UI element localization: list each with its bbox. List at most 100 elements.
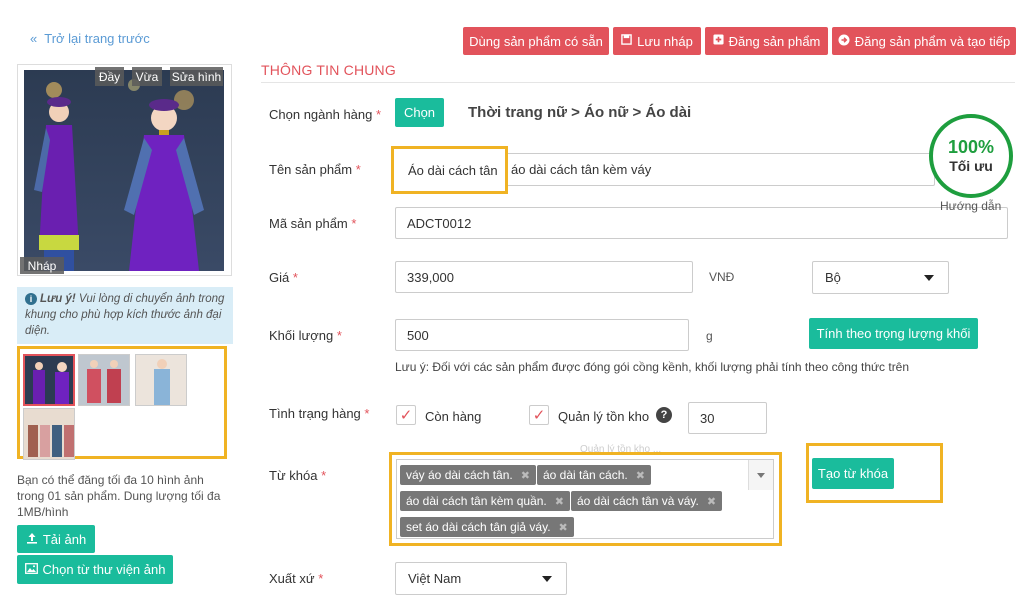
remove-icon[interactable]: ✖ xyxy=(555,495,564,508)
double-chevron-left-icon: « xyxy=(30,31,38,46)
plus-square-icon xyxy=(713,34,724,48)
keyword-tag-label: áo dài cách tân kèm quần. xyxy=(406,494,547,508)
upload-image-button[interactable]: Tải ảnh xyxy=(17,525,95,553)
remove-icon[interactable]: ✖ xyxy=(559,521,568,534)
price-label: Giá * xyxy=(269,270,298,285)
keyword-tag[interactable]: váy áo dài cách tân. ✖ xyxy=(400,465,536,485)
price-value: 339,000 xyxy=(407,269,454,285)
main-product-image[interactable] xyxy=(24,70,224,271)
back-link-label: Trở lại trang trước xyxy=(44,31,150,46)
calculate-weight-label: Tính theo trọng lượng khối xyxy=(816,326,971,341)
image-limit-text: Bạn có thể đăng tối đa 10 hình ảnh trong… xyxy=(17,473,221,519)
price-input[interactable]: 339,000 xyxy=(395,261,693,293)
back-link[interactable]: « Trở lại trang trước xyxy=(30,31,150,46)
fill-button[interactable]: Đầy xyxy=(95,67,124,86)
fill-label: Đầy xyxy=(98,69,121,84)
product-name-label: Tên sản phẩm * xyxy=(269,162,361,177)
save-draft-label: Lưu nháp xyxy=(637,33,693,49)
remove-icon[interactable]: ✖ xyxy=(521,469,530,482)
weight-input[interactable]: 500 xyxy=(395,319,689,351)
choose-category-label: Chọn xyxy=(403,105,436,120)
score-label: Tối ưu xyxy=(949,158,993,174)
stock-label-text: Tình trạng hàng xyxy=(269,406,361,421)
check-icon: ✓ xyxy=(532,407,546,424)
choose-category-button[interactable]: Chọn xyxy=(395,98,444,127)
weight-label-text: Khối lượng xyxy=(269,328,334,343)
question-icon[interactable]: ? xyxy=(656,407,672,423)
category-label: Chọn ngành hàng * xyxy=(269,107,382,122)
keyword-tag[interactable]: set áo dài cách tân giả váy. ✖ xyxy=(400,517,574,537)
product-name-highlight: Áo dài cách tân xyxy=(391,146,508,194)
use-existing-product-button[interactable]: Dùng sản phẩm có sẵn xyxy=(463,27,609,55)
remove-icon[interactable]: ✖ xyxy=(707,495,716,508)
weight-note: Lưu ý: Đối với các sản phẩm được đóng gó… xyxy=(395,360,910,374)
save-draft-button[interactable]: Lưu nháp xyxy=(613,27,701,55)
note-title: Lưu ý! xyxy=(40,293,76,305)
price-unit-select[interactable]: Bộ xyxy=(812,261,949,294)
thumbnail-2[interactable] xyxy=(78,354,130,406)
score-percent: 100% xyxy=(947,137,995,157)
caret-down-icon xyxy=(542,575,552,582)
weight-unit: g xyxy=(706,329,713,343)
stock-label: Tình trạng hàng * xyxy=(269,406,370,421)
keyword-tag-label: áo dài cách tân và váy. xyxy=(577,494,699,508)
stock-quantity-input[interactable]: 30 xyxy=(688,402,767,434)
stock-quantity-value: 30 xyxy=(700,410,715,426)
weight-label: Khối lượng * xyxy=(269,328,342,343)
keyword-label: Từ khóa * xyxy=(269,468,327,483)
publish-and-new-button[interactable]: Đăng sản phẩm và tạo tiếp xyxy=(832,27,1016,55)
image-icon xyxy=(24,562,38,577)
choose-from-library-button[interactable]: Chọn từ thư viện ảnh xyxy=(17,555,173,584)
keyword-tag[interactable]: áo dài tân cách. ✖ xyxy=(537,465,651,485)
keyword-tag-label: áo dài tân cách. xyxy=(543,468,628,482)
publish-and-new-label: Đăng sản phẩm và tạo tiếp xyxy=(854,33,1011,49)
sku-input[interactable]: ADCT0012 xyxy=(395,207,1008,239)
info-icon: i xyxy=(25,293,37,305)
keyword-tag[interactable]: áo dài cách tân và váy. ✖ xyxy=(571,491,723,511)
weight-value: 500 xyxy=(407,327,429,343)
manage-stock-checkbox[interactable]: ✓ xyxy=(529,405,549,425)
remove-icon[interactable]: ✖ xyxy=(636,469,645,482)
edit-image-button[interactable]: Sửa hình xyxy=(170,67,223,86)
fit-label: Vừa xyxy=(135,69,159,84)
keyword-tag-label: váy áo dài cách tân. xyxy=(406,468,513,482)
check-icon: ✓ xyxy=(399,407,413,424)
image-note: i Lưu ý! Vui lòng di chuyển ảnh trong khu… xyxy=(17,287,233,344)
section-divider xyxy=(261,82,1015,83)
sku-label-text: Mã sản phẩm xyxy=(269,216,348,231)
sku-value: ADCT0012 xyxy=(407,215,472,231)
keyword-dropdown-toggle[interactable] xyxy=(748,460,773,490)
optimization-score: 100% Tối ưu xyxy=(929,114,1013,198)
thumbnail-3[interactable] xyxy=(135,354,187,406)
arrow-circle-right-icon xyxy=(838,34,850,49)
manage-stock-label: Quản lý tồn kho xyxy=(558,409,650,424)
calculate-volumetric-weight-button[interactable]: Tính theo trọng lượng khối xyxy=(809,318,978,349)
create-keyword-button[interactable]: Tạo từ khóa xyxy=(812,458,894,489)
category-label-text: Chọn ngành hàng xyxy=(269,107,373,122)
section-title: THÔNG TIN CHUNG xyxy=(261,62,396,78)
product-name-value: Áo dài cách tân xyxy=(408,162,498,178)
origin-select[interactable]: Việt Nam xyxy=(395,562,567,595)
use-existing-label: Dùng sản phẩm có sẵn xyxy=(469,33,603,49)
publish-button[interactable]: Đăng sản phẩm xyxy=(705,27,828,55)
guide-link[interactable]: Hướng dẫn xyxy=(940,199,1001,213)
price-unit-value: Bộ xyxy=(825,270,841,285)
thumbnail-1[interactable] xyxy=(23,354,75,406)
fit-button[interactable]: Vừa xyxy=(132,67,162,86)
choose-from-library-label: Chọn từ thư viện ảnh xyxy=(42,562,166,577)
floppy-icon xyxy=(621,34,632,48)
thumbnail-4[interactable] xyxy=(23,408,75,460)
origin-value: Việt Nam xyxy=(408,571,462,586)
in-stock-checkbox[interactable]: ✓ xyxy=(396,405,416,425)
caret-down-icon xyxy=(924,274,934,281)
sku-label: Mã sản phẩm * xyxy=(269,216,357,231)
product-name-label-text: Tên sản phẩm xyxy=(269,162,353,177)
keyword-label-text: Từ khóa xyxy=(269,468,318,483)
origin-label-text: Xuất xứ xyxy=(269,571,315,586)
create-keyword-label: Tạo từ khóa xyxy=(817,466,889,481)
keyword-tag[interactable]: áo dài cách tân kèm quần. ✖ xyxy=(400,491,570,511)
in-stock-label: Còn hàng xyxy=(425,409,482,424)
upload-image-label: Tải ảnh xyxy=(42,531,87,547)
keyword-tag-label: set áo dài cách tân giả váy. xyxy=(406,520,551,534)
origin-label: Xuất xứ * xyxy=(269,571,324,586)
